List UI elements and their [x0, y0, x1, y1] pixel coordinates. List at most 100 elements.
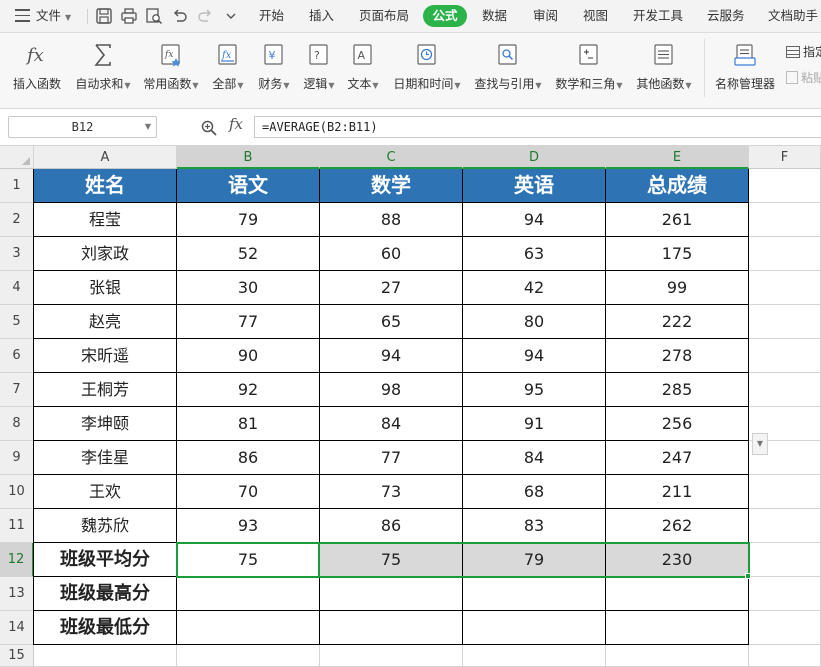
- table-cell[interactable]: 魏苏欣: [34, 509, 177, 543]
- table-cell[interactable]: 王桐芳: [34, 373, 177, 407]
- empty-cell[interactable]: [749, 475, 821, 509]
- tab-view[interactable]: 视图: [583, 0, 608, 33]
- empty-cell[interactable]: [749, 611, 821, 645]
- row-header-14[interactable]: 14: [0, 611, 34, 645]
- common-functions-button[interactable]: fx 常用函数▼: [139, 37, 203, 103]
- table-cell[interactable]: 李佳星: [34, 441, 177, 475]
- table-cell[interactable]: 94: [463, 339, 606, 373]
- tab-formulas[interactable]: 公式: [423, 5, 467, 27]
- summary-label-cell[interactable]: 班级最低分: [34, 611, 177, 645]
- empty-cell[interactable]: [177, 645, 320, 667]
- empty-cell[interactable]: [749, 373, 821, 407]
- table-header-cell[interactable]: 数学: [320, 169, 463, 203]
- table-cell[interactable]: 60: [320, 237, 463, 271]
- summary-label-cell[interactable]: 班级平均分: [34, 543, 177, 577]
- table-cell[interactable]: 刘家政: [34, 237, 177, 271]
- row-header-1[interactable]: 1: [0, 169, 34, 203]
- table-cell[interactable]: 王欢: [34, 475, 177, 509]
- row-header-8[interactable]: 8: [0, 407, 34, 441]
- financial-button[interactable]: ¥ 财务▼: [254, 37, 294, 103]
- summary-value-cell[interactable]: [320, 577, 463, 611]
- select-all-corner[interactable]: [0, 146, 34, 169]
- table-cell[interactable]: 93: [177, 509, 320, 543]
- table-cell[interactable]: 81: [177, 407, 320, 441]
- empty-cell[interactable]: [34, 645, 177, 667]
- row-header-6[interactable]: 6: [0, 339, 34, 373]
- tab-insert[interactable]: 插入: [309, 0, 334, 33]
- customize-dropdown-icon[interactable]: [222, 7, 240, 25]
- table-header-cell[interactable]: 语文: [177, 169, 320, 203]
- empty-cell[interactable]: [749, 271, 821, 305]
- table-cell[interactable]: 211: [606, 475, 749, 509]
- all-functions-button[interactable]: fx 全部▼: [207, 37, 249, 103]
- tab-review[interactable]: 审阅: [533, 0, 558, 33]
- column-header-c[interactable]: C: [320, 146, 463, 169]
- table-cell[interactable]: 83: [463, 509, 606, 543]
- table-cell[interactable]: 90: [177, 339, 320, 373]
- table-cell[interactable]: 65: [320, 305, 463, 339]
- file-menu[interactable]: 文件 ▼: [36, 0, 71, 33]
- empty-cell[interactable]: [749, 577, 821, 611]
- print-icon[interactable]: [120, 7, 138, 25]
- name-box[interactable]: B12 ▼: [8, 116, 157, 138]
- table-cell[interactable]: 52: [177, 237, 320, 271]
- summary-value-cell[interactable]: 230: [606, 543, 749, 577]
- hamburger-menu-icon[interactable]: [15, 9, 30, 22]
- table-cell[interactable]: 77: [177, 305, 320, 339]
- summary-value-cell[interactable]: [463, 611, 606, 645]
- autosum-button[interactable]: 自动求和▼: [71, 37, 135, 103]
- fill-handle[interactable]: [745, 573, 751, 579]
- summary-value-cell[interactable]: [463, 577, 606, 611]
- table-cell[interactable]: 92: [177, 373, 320, 407]
- table-cell[interactable]: 63: [463, 237, 606, 271]
- table-cell[interactable]: 68: [463, 475, 606, 509]
- table-cell[interactable]: 70: [177, 475, 320, 509]
- empty-cell[interactable]: [749, 339, 821, 373]
- table-cell[interactable]: 84: [320, 407, 463, 441]
- table-header-cell[interactable]: 英语: [463, 169, 606, 203]
- summary-value-cell[interactable]: 75: [320, 543, 463, 577]
- text-functions-button[interactable]: A 文本▼: [343, 37, 383, 103]
- summary-value-cell[interactable]: [606, 611, 749, 645]
- column-header-e[interactable]: E: [606, 146, 749, 169]
- table-cell[interactable]: 84: [463, 441, 606, 475]
- table-cell[interactable]: 98: [320, 373, 463, 407]
- tab-page-layout[interactable]: 页面布局: [359, 0, 409, 33]
- table-cell[interactable]: 李坤颐: [34, 407, 177, 441]
- tab-home[interactable]: 开始: [259, 0, 284, 33]
- table-cell[interactable]: 261: [606, 203, 749, 237]
- table-cell[interactable]: 99: [606, 271, 749, 305]
- chevron-down-icon[interactable]: ▼: [145, 117, 151, 137]
- table-cell[interactable]: 86: [177, 441, 320, 475]
- row-header-5[interactable]: 5: [0, 305, 34, 339]
- table-cell[interactable]: 86: [320, 509, 463, 543]
- save-icon[interactable]: [95, 7, 113, 25]
- row-header-2[interactable]: 2: [0, 203, 34, 237]
- empty-cell[interactable]: [749, 305, 821, 339]
- column-header-d[interactable]: D: [463, 146, 606, 169]
- column-header-b[interactable]: B: [177, 146, 320, 169]
- summary-value-cell[interactable]: [320, 611, 463, 645]
- table-cell[interactable]: 247: [606, 441, 749, 475]
- summary-value-cell[interactable]: [177, 577, 320, 611]
- autofill-options-button[interactable]: ▼: [752, 433, 768, 455]
- table-header-cell[interactable]: 姓名: [34, 169, 177, 203]
- more-functions-button[interactable]: 其他函数▼: [632, 37, 696, 103]
- row-header-4[interactable]: 4: [0, 271, 34, 305]
- table-cell[interactable]: 175: [606, 237, 749, 271]
- table-header-cell[interactable]: 总成绩: [606, 169, 749, 203]
- table-cell[interactable]: 73: [320, 475, 463, 509]
- row-header-12[interactable]: 12: [0, 543, 34, 577]
- empty-cell[interactable]: [749, 509, 821, 543]
- row-header-7[interactable]: 7: [0, 373, 34, 407]
- row-header-11[interactable]: 11: [0, 509, 34, 543]
- table-cell[interactable]: 256: [606, 407, 749, 441]
- table-cell[interactable]: 222: [606, 305, 749, 339]
- table-cell[interactable]: 262: [606, 509, 749, 543]
- summary-value-cell[interactable]: [177, 611, 320, 645]
- empty-cell[interactable]: [749, 169, 821, 203]
- fx-insert-icon[interactable]: fx: [229, 115, 243, 133]
- row-header-10[interactable]: 10: [0, 475, 34, 509]
- empty-cell[interactable]: [749, 237, 821, 271]
- logical-button[interactable]: ? 逻辑▼: [299, 37, 339, 103]
